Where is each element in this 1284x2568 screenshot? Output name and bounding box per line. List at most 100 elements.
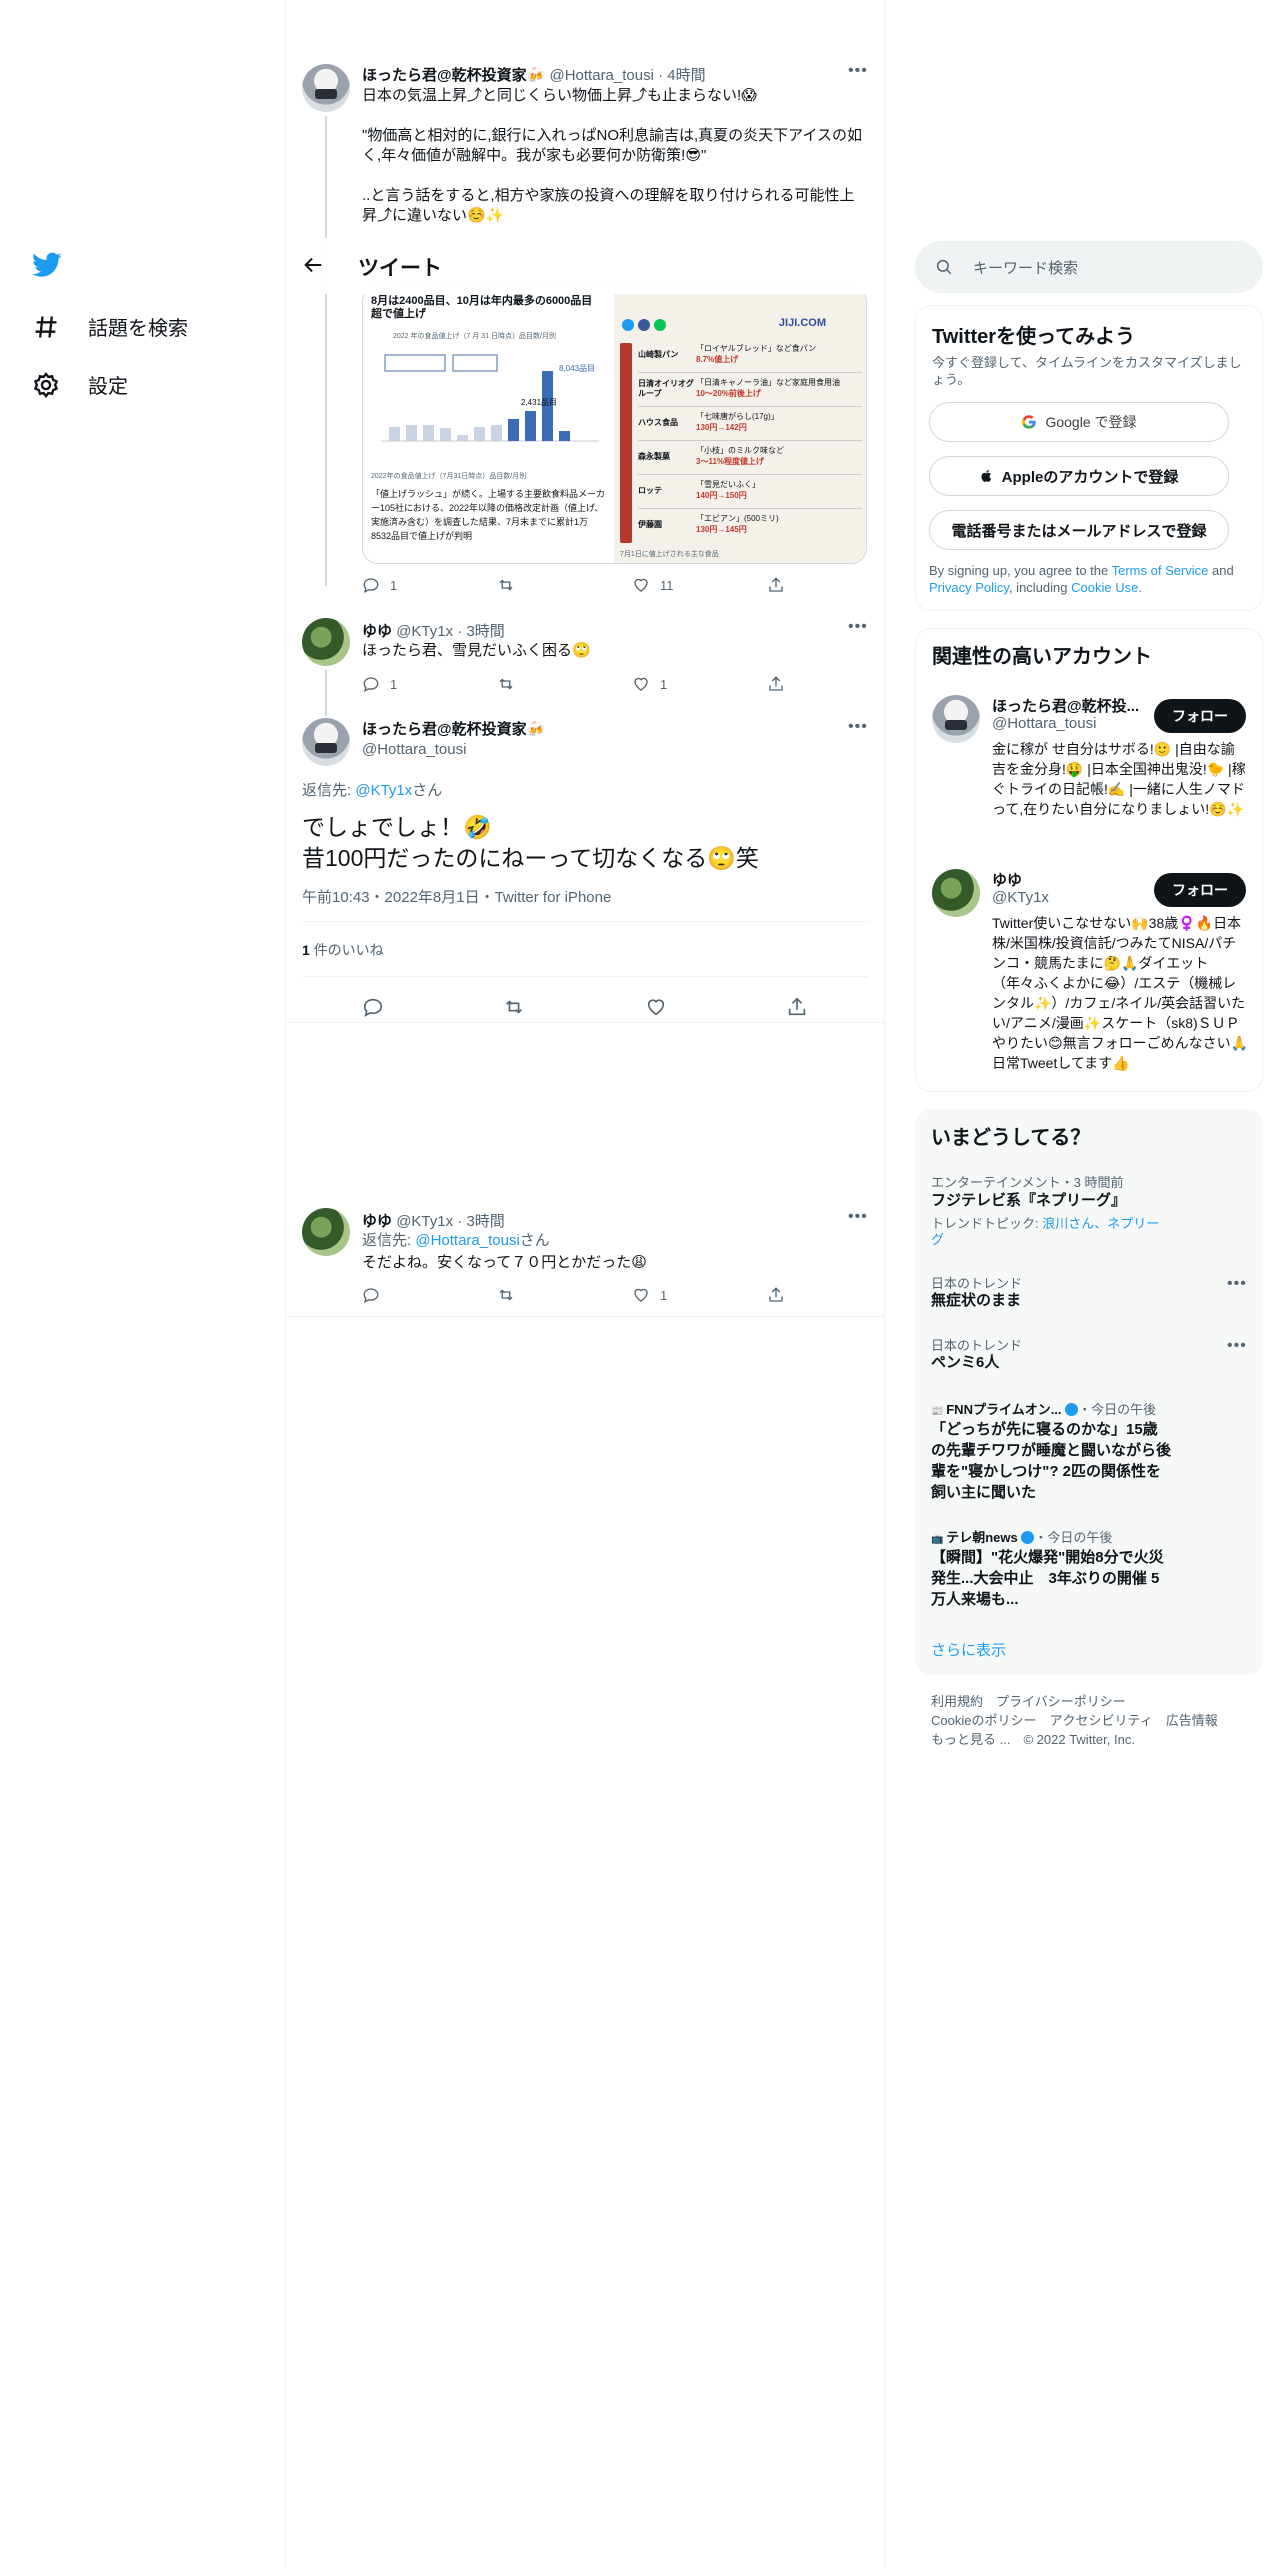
reply-to-line: 返信先: @KTy1xさん <box>302 782 443 799</box>
heart-icon[interactable] <box>645 996 667 1018</box>
media-image-right[interactable]: JIJI.COM 山崎製パン 「ロイヤルブレッド」など食パン 8.7%値上げ 日清… <box>614 287 866 563</box>
reply-to-link[interactable]: @Hottara_tousi <box>415 1232 519 1249</box>
footer-links: 利用規約 プライバシーポリシー Cookieのポリシー アクセシビリティ 広告情… <box>931 1692 1251 1749</box>
tweet-time[interactable]: 3時間 <box>466 1213 504 1230</box>
share-icon[interactable] <box>786 996 808 1018</box>
tweet-time[interactable]: 4時間 <box>667 67 705 84</box>
tweet-timestamp[interactable]: 午前10:43・2022年8月1日・Twitter for iPhone <box>302 886 611 907</box>
footer-link[interactable]: プライバシーポリシー <box>996 1694 1126 1709</box>
privacy-link[interactable]: Privacy Policy <box>929 580 1009 595</box>
reply-icon[interactable] <box>362 996 384 1018</box>
reply-to-link[interactable]: @KTy1x <box>355 782 412 799</box>
news-headline[interactable]: 【瞬間】"花火爆発"開始8分で火災発生...大会中止 3年ぶりの開催 5万人来場… <box>931 1547 1171 1610</box>
more-options-icon[interactable]: ••• <box>848 1208 868 1226</box>
reply-button[interactable] <box>362 1286 497 1304</box>
cookie-link[interactable]: Cookie Use <box>1071 580 1138 595</box>
apple-signup-button[interactable]: Appleのアカウントで登録 <box>929 456 1229 496</box>
avatar[interactable] <box>302 1208 350 1256</box>
account-handle[interactable]: @Hottara_tousi <box>992 715 1096 732</box>
verified-badge-icon <box>1021 1531 1035 1544</box>
user-handle[interactable]: @KTy1x <box>396 1213 453 1230</box>
share-button[interactable] <box>767 675 902 693</box>
avatar[interactable] <box>302 618 350 666</box>
like-button[interactable]: 1 <box>632 1286 767 1304</box>
share-icons <box>622 319 666 331</box>
reply-icon <box>363 578 379 594</box>
search-input[interactable]: キーワード検索 <box>973 257 1078 278</box>
price-table: 山崎製パン 「ロイヤルブレッド」など食パン 8.7%値上げ 日清オイリオグループ … <box>638 339 862 543</box>
back-arrow-icon[interactable] <box>302 254 324 281</box>
google-signup-button[interactable]: Google で登録 <box>929 402 1229 442</box>
display-name[interactable]: ほったら君@乾杯投資家🍻 <box>362 67 545 84</box>
share-button[interactable] <box>767 1286 902 1304</box>
trend-category: エンターテインメント・3 時間前 <box>931 1175 1124 1190</box>
reply-button[interactable]: 1 <box>362 576 497 594</box>
retweet-button[interactable] <box>497 675 632 693</box>
display-name[interactable]: ゆゆ <box>362 623 392 640</box>
tweet-text: ..と言う話をすると,相方や家族の投資への理解を取り付けられる可能性上昇⤴︎に違… <box>362 187 855 224</box>
media-image-left[interactable]: 8月は2400品目、10月は年内最多の6000品目超で値上げ 2022 年の食品… <box>363 287 614 563</box>
nav-explore[interactable]: 話題を検索 <box>32 312 188 341</box>
account-cell[interactable]: ほったら君@乾杯投... @Hottara_tousi フォロー 金に稼が せ自… <box>916 683 1262 873</box>
tweet-media[interactable]: 8月は2400品目、10月は年内最多の6000品目超で値上げ 2022 年の食品… <box>362 286 867 564</box>
reply-count: 1 <box>390 577 398 593</box>
trend-name[interactable]: フジテレビ系『ネプリーグ』 <box>931 1191 1126 1211</box>
phone-email-signup-button[interactable]: 電話番号またはメールアドレスで登録 <box>929 510 1229 550</box>
like-count: 11 <box>660 577 674 593</box>
twitter-logo-icon[interactable] <box>32 252 62 283</box>
more-options-icon[interactable]: ••• <box>848 618 868 636</box>
heart-icon <box>634 1288 648 1302</box>
like-button[interactable]: 11 <box>632 576 767 594</box>
account-cell[interactable]: ゆゆ @KTy1x フォロー Twitter使いこなせない🙌38歳♀️🔥日本株/… <box>916 857 1262 1087</box>
footer-link[interactable]: Cookieのポリシー <box>931 1713 1036 1728</box>
tweet-text: "物価高と相対的に,銀行に入れっぱNO利息諭吉は,真夏の炎天下アイスの如く,年々… <box>362 127 862 164</box>
footer-link[interactable]: アクセシビリティ <box>1049 1713 1152 1728</box>
footer-link[interactable]: 利用規約 <box>931 1694 983 1709</box>
copyright: © 2022 Twitter, Inc. <box>1023 1732 1135 1747</box>
like-button[interactable]: 1 <box>632 675 767 693</box>
tweet-actions: 1 1 <box>362 675 902 693</box>
share-icon <box>769 676 783 691</box>
avatar[interactable] <box>932 869 980 917</box>
retweet-button[interactable] <box>497 576 632 594</box>
follow-button[interactable]: フォロー <box>1154 873 1246 907</box>
bar-label: 2,431品目 <box>521 398 558 407</box>
trend-name[interactable]: ペンミ6人 <box>931 1353 999 1373</box>
user-handle[interactable]: @KTy1x <box>396 623 453 640</box>
account-handle[interactable]: @KTy1x <box>992 889 1049 906</box>
nav-settings[interactable]: 設定 <box>32 370 128 399</box>
verified-badge-icon <box>1065 1403 1079 1416</box>
retweet-icon <box>499 678 513 690</box>
bar-chart <box>381 354 599 442</box>
trends-title: いまどうしてる？ <box>931 1127 1091 1149</box>
search-bar[interactable]: キーワード検索 <box>915 241 1263 293</box>
tweet-text: そだよね。安くなって７０円とかだった😩 <box>362 1254 647 1271</box>
tweet-time[interactable]: 3時間 <box>466 623 504 640</box>
avatar[interactable] <box>932 695 980 743</box>
account-name[interactable]: ゆゆ <box>992 869 1022 890</box>
retweet-icon[interactable] <box>503 996 525 1018</box>
terms-link[interactable]: Terms of Service <box>1112 563 1209 578</box>
more-options-icon[interactable]: ••• <box>848 718 868 736</box>
follow-button[interactable]: フォロー <box>1154 699 1246 733</box>
news-headline[interactable]: 「どっちが先に寝るのかな」15歳の先輩チワワが睡魔と闘いながら後輩を"寝かしつけ… <box>931 1419 1171 1503</box>
user-handle[interactable]: @Hottara_tousi <box>362 741 466 758</box>
footer-link[interactable]: 広告情報 <box>1166 1713 1218 1728</box>
likes-summary[interactable]: 1 件のいいね <box>302 940 384 960</box>
display-name[interactable]: ほったら君@乾杯投資家🍻 <box>362 721 545 738</box>
show-more-link[interactable]: さらに表示 <box>931 1639 1006 1660</box>
footer-more-link[interactable]: もっと見る ... <box>931 1732 1010 1747</box>
more-options-icon[interactable]: ••• <box>848 62 868 80</box>
display-name[interactable]: ゆゆ <box>362 1213 392 1230</box>
reply-button[interactable]: 1 <box>362 675 497 693</box>
avatar[interactable] <box>302 64 350 112</box>
user-handle[interactable]: @Hottara_tousi <box>549 67 653 84</box>
trend-name[interactable]: 無症状のまま <box>931 1291 1021 1311</box>
retweet-button[interactable] <box>497 1286 632 1304</box>
divider <box>302 921 868 922</box>
more-options-icon[interactable]: ••• <box>1227 1275 1247 1293</box>
account-name[interactable]: ほったら君@乾杯投... <box>992 695 1139 716</box>
more-options-icon[interactable]: ••• <box>1227 1337 1247 1355</box>
share-button[interactable] <box>767 576 902 594</box>
avatar[interactable] <box>302 718 350 766</box>
